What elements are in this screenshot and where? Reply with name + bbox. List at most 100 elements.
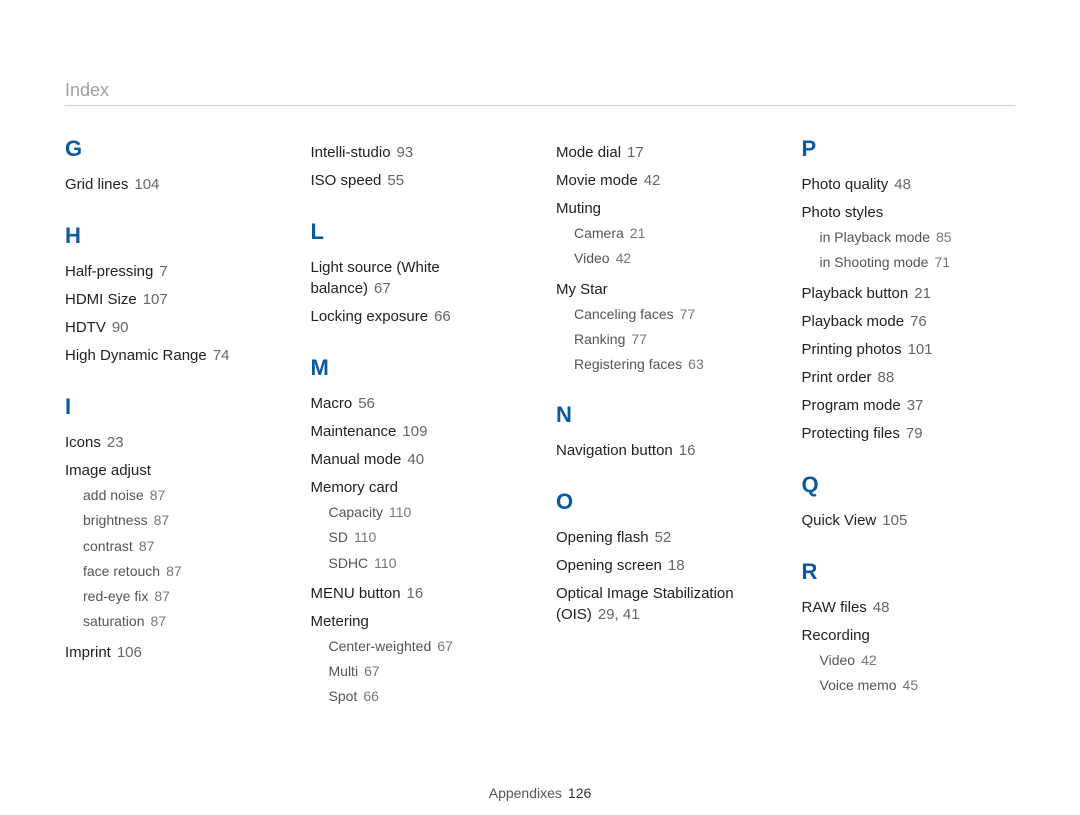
index-subentry[interactable]: brightness87 — [83, 510, 279, 530]
index-subentry[interactable]: Voice memo45 — [820, 675, 1016, 695]
sub-page: 77 — [680, 306, 696, 322]
index-entry[interactable]: Opening screen18 — [556, 555, 770, 576]
entry-page: 106 — [117, 644, 142, 661]
sub-label: Camera — [574, 225, 624, 241]
index-entry-group: Muting — [556, 198, 770, 219]
entry-label: Movie mode — [556, 172, 638, 189]
sub-label: face retouch — [83, 563, 160, 579]
entry-page: 67 — [374, 280, 391, 297]
index-entry[interactable]: Icons 23 — [65, 432, 279, 453]
index-subentry[interactable]: Registering faces 63 — [574, 354, 770, 374]
index-subentry[interactable]: Capacity110 — [329, 502, 525, 522]
sub-page: 45 — [903, 677, 919, 693]
sub-label: Registering faces — [574, 356, 682, 372]
entry-page: 16 — [407, 585, 424, 602]
index-entry[interactable]: Program mode37 — [802, 395, 1016, 416]
entry-page: 29, 41 — [598, 606, 640, 623]
index-subentry[interactable]: Video42 — [820, 650, 1016, 670]
index-subentry[interactable]: in Playback mode85 — [820, 227, 1016, 247]
index-entry[interactable]: Opening flash 52 — [556, 527, 770, 548]
index-subentry[interactable]: red-eye fix87 — [83, 586, 279, 606]
index-entry-group: Photo styles — [802, 202, 1016, 223]
index-subentry[interactable]: Ranking77 — [574, 329, 770, 349]
sub-label: SD — [329, 529, 348, 545]
index-entry[interactable]: Imprint106 — [65, 642, 279, 663]
index-entry[interactable]: High Dynamic Range74 — [65, 345, 279, 366]
entry-page: 52 — [655, 529, 672, 546]
letter-heading-p: P — [802, 136, 1016, 162]
index-subentry[interactable]: Camera21 — [574, 223, 770, 243]
index-entry[interactable]: Maintenance109 — [311, 421, 525, 442]
entry-label: Icons — [65, 434, 101, 451]
index-subentry[interactable]: contrast87 — [83, 536, 279, 556]
letter-heading-h: H — [65, 223, 279, 249]
index-entry[interactable]: HDTV90 — [65, 317, 279, 338]
index-subentry[interactable]: add noise87 — [83, 485, 279, 505]
entry-page: 56 — [358, 395, 375, 412]
index-subentry[interactable]: face retouch87 — [83, 561, 279, 581]
index-subentry[interactable]: SD110 — [329, 527, 525, 547]
sub-label: Spot — [329, 688, 358, 704]
index-entry[interactable]: RAW files48 — [802, 597, 1016, 618]
index-subentry[interactable]: Multi 67 — [329, 661, 525, 681]
index-entry[interactable]: Locking exposure66 — [311, 306, 525, 327]
index-entry[interactable]: Mode dial17 — [556, 142, 770, 163]
index-subentry[interactable]: saturation87 — [83, 611, 279, 631]
entry-label: Image adjust — [65, 462, 151, 479]
entry-label: Muting — [556, 200, 601, 217]
entry-page: 42 — [644, 172, 661, 189]
index-entry[interactable]: Print order88 — [802, 367, 1016, 388]
index-entry[interactable]: HDMI Size107 — [65, 289, 279, 310]
entry-page: 21 — [914, 285, 931, 302]
index-entry-group: Recording — [802, 625, 1016, 646]
index-subentry[interactable]: in Shooting mode 71 — [820, 252, 1016, 272]
column-2: Intelli-studio93 ISO speed55 L Light sou… — [311, 136, 525, 712]
index-entry[interactable]: Intelli-studio93 — [311, 142, 525, 163]
entry-label: Navigation button — [556, 442, 673, 459]
entry-page: 88 — [878, 369, 895, 386]
entry-label: Opening flash — [556, 529, 649, 546]
index-subentry[interactable]: Video42 — [574, 248, 770, 268]
entry-label: Photo quality — [802, 176, 889, 193]
column-3: Mode dial17 Movie mode 42 Muting Camera21… — [556, 136, 770, 712]
sub-page: 42 — [616, 250, 632, 266]
index-entry[interactable]: Playback mode76 — [802, 311, 1016, 332]
sub-page: 63 — [688, 356, 704, 372]
sub-page: 87 — [154, 512, 170, 528]
sub-label: red-eye fix — [83, 588, 148, 604]
entry-label: High Dynamic Range — [65, 347, 207, 364]
entry-page: 48 — [894, 176, 911, 193]
index-entry[interactable]: Printing photos101 — [802, 339, 1016, 360]
entry-label: Quick View — [802, 512, 877, 529]
sub-label: saturation — [83, 613, 144, 629]
entry-page: 23 — [107, 434, 124, 451]
sub-label: in Shooting mode — [820, 254, 929, 270]
entry-label: ISO speed — [311, 172, 382, 189]
index-subentry[interactable]: Center-weighted67 — [329, 636, 525, 656]
index-entry[interactable]: Photo quality 48 — [802, 174, 1016, 195]
index-entry[interactable]: Navigation button16 — [556, 440, 770, 461]
entry-label: Playback button — [802, 285, 909, 302]
sub-page: 77 — [631, 331, 647, 347]
index-entry[interactable]: Half-pressing7 — [65, 261, 279, 282]
entry-label: Grid lines — [65, 176, 128, 193]
index-subentry[interactable]: SDHC110 — [329, 553, 525, 573]
index-entry[interactable]: Manual mode40 — [311, 449, 525, 470]
index-entry[interactable]: Playback button 21 — [802, 283, 1016, 304]
index-entry[interactable]: Movie mode 42 — [556, 170, 770, 191]
entry-page: 37 — [907, 397, 924, 414]
index-entry[interactable]: Optical Image Stabilization (OIS)29, 41 — [556, 583, 770, 625]
index-entry[interactable]: Light source (White balance)67 — [311, 257, 525, 299]
index-subentry[interactable]: Spot66 — [329, 686, 525, 706]
sub-label: Multi — [329, 663, 359, 679]
index-entry[interactable]: MENU button16 — [311, 583, 525, 604]
index-entry[interactable]: Macro56 — [311, 393, 525, 414]
index-subentry[interactable]: Canceling faces77 — [574, 304, 770, 324]
sub-page: 67 — [364, 663, 380, 679]
index-entry[interactable]: Quick View105 — [802, 510, 1016, 531]
index-entry[interactable]: Protecting files79 — [802, 423, 1016, 444]
sub-page: 71 — [934, 254, 950, 270]
entry-label: HDMI Size — [65, 291, 137, 308]
index-entry[interactable]: ISO speed55 — [311, 170, 525, 191]
index-entry[interactable]: Grid lines104 — [65, 174, 279, 195]
